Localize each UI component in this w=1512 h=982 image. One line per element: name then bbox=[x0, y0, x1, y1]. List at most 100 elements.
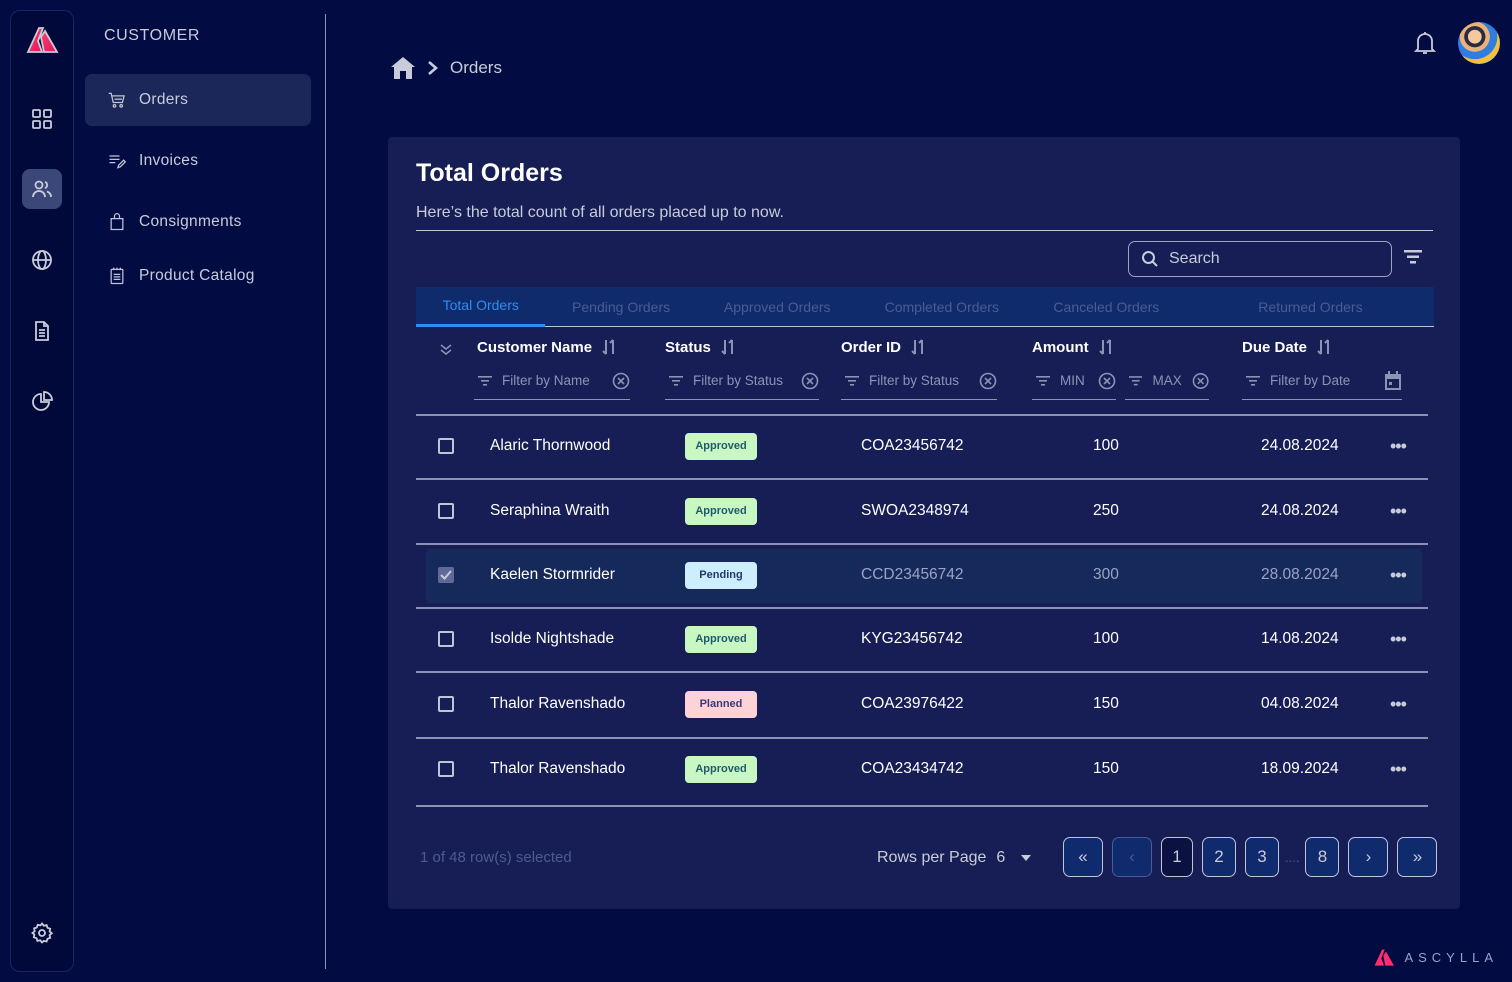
amount: 100 bbox=[1093, 437, 1119, 454]
row-checkbox[interactable] bbox=[438, 761, 454, 777]
tab-canceled-orders[interactable]: Canceled Orders bbox=[1026, 287, 1187, 327]
first-page-button[interactable]: « bbox=[1063, 837, 1103, 877]
icon-rail bbox=[10, 10, 74, 972]
more-options-icon[interactable]: ••• bbox=[1390, 629, 1407, 650]
filter-name[interactable]: Filter by Name bbox=[474, 362, 630, 400]
rail-documents[interactable] bbox=[22, 311, 62, 351]
filter-placeholder: MIN bbox=[1060, 373, 1085, 388]
tab-total-orders[interactable]: Total Orders bbox=[416, 287, 546, 327]
users-icon bbox=[32, 180, 52, 198]
amount: 150 bbox=[1093, 695, 1119, 712]
column-label: Due Date bbox=[1242, 338, 1308, 356]
table-row[interactable]: Thalor Ravenshado Approved COA23434742 150 1… bbox=[416, 739, 1428, 807]
pagination: « ‹ 1 2 3 .... 8 › » bbox=[1063, 837, 1438, 877]
subnav-item-invoices[interactable]: Invoices bbox=[85, 135, 311, 187]
page-2-button[interactable]: 2 bbox=[1202, 837, 1236, 877]
amount: 150 bbox=[1093, 760, 1119, 777]
tab-returned-orders[interactable]: Returned Orders bbox=[1187, 287, 1434, 327]
user-avatar[interactable] bbox=[1458, 22, 1500, 64]
search-field[interactable] bbox=[1128, 241, 1392, 277]
clear-filter-icon[interactable] bbox=[612, 372, 630, 390]
clear-filter-icon[interactable] bbox=[979, 372, 997, 390]
table-row[interactable]: Thalor Ravenshado Planned COA23976422 150 04… bbox=[416, 674, 1428, 739]
clear-filter-icon[interactable] bbox=[801, 372, 819, 390]
page-1-button[interactable]: 1 bbox=[1161, 837, 1193, 877]
table-row[interactable]: Isolde Nightshade Approved KYG23456742 100 1… bbox=[416, 609, 1428, 673]
next-page-button[interactable]: › bbox=[1348, 837, 1389, 877]
document-icon bbox=[35, 321, 49, 341]
amount: 250 bbox=[1093, 502, 1119, 519]
subnav-item-label: Orders bbox=[139, 91, 189, 108]
clear-filter-icon[interactable] bbox=[1192, 372, 1209, 390]
sort-icon[interactable] bbox=[602, 338, 618, 356]
filter-order-id[interactable]: Filter by Status bbox=[841, 362, 997, 400]
column-header-due-date[interactable]: Due Date bbox=[1242, 338, 1333, 356]
column-header-status[interactable]: Status bbox=[665, 338, 737, 356]
notepad-icon bbox=[110, 267, 124, 285]
table-row[interactable]: Alaric Thornwood Approved COA23456742 100 24… bbox=[416, 416, 1428, 480]
rows-per-page-select[interactable]: Rows per Page 6 bbox=[877, 849, 1032, 867]
more-options-icon[interactable]: ••• bbox=[1390, 694, 1407, 715]
search-icon bbox=[1142, 251, 1158, 267]
subnav-item-orders[interactable]: Orders bbox=[85, 74, 311, 126]
row-checkbox[interactable] bbox=[438, 438, 454, 454]
table-row[interactable]: Kaelen Stormrider Pending CCD23456742 300 28… bbox=[416, 545, 1428, 609]
filter-lines-icon bbox=[669, 375, 683, 386]
rail-globe[interactable] bbox=[22, 240, 62, 280]
calendar-icon[interactable] bbox=[1384, 370, 1402, 391]
sort-icon[interactable] bbox=[721, 338, 737, 356]
divider bbox=[416, 230, 1433, 231]
search-input[interactable] bbox=[1169, 250, 1369, 268]
sort-icon[interactable] bbox=[911, 338, 927, 356]
rail-customers[interactable] bbox=[22, 169, 62, 209]
bell-icon[interactable] bbox=[1414, 30, 1436, 56]
column-label: Customer Name bbox=[477, 338, 593, 356]
more-options-icon[interactable]: ••• bbox=[1390, 759, 1407, 780]
clear-filter-icon[interactable] bbox=[1098, 372, 1116, 390]
last-page-button[interactable]: » bbox=[1397, 837, 1438, 877]
row-checkbox[interactable] bbox=[438, 503, 454, 519]
row-checkbox[interactable] bbox=[438, 567, 454, 583]
status-badge: Approved bbox=[685, 432, 757, 460]
filter-status[interactable]: Filter by Status bbox=[665, 362, 819, 400]
filter-lines-icon bbox=[1129, 375, 1143, 385]
sort-icon[interactable] bbox=[1317, 338, 1333, 356]
filter-due-date[interactable]: Filter by Date bbox=[1242, 362, 1402, 400]
row-checkbox[interactable] bbox=[438, 631, 454, 647]
customer-name: Kaelen Stormrider bbox=[490, 566, 615, 583]
rail-reports[interactable] bbox=[22, 382, 62, 422]
status-badge: Approved bbox=[685, 497, 757, 525]
prev-page-button[interactable]: ‹ bbox=[1112, 837, 1152, 877]
subnav-item-product-catalog[interactable]: Product Catalog bbox=[85, 250, 311, 302]
more-options-icon[interactable]: ••• bbox=[1390, 436, 1407, 457]
subnav-item-consignments[interactable]: Consignments bbox=[85, 196, 311, 248]
more-options-icon[interactable]: ••• bbox=[1390, 565, 1407, 586]
tab-approved-orders[interactable]: Approved Orders bbox=[697, 287, 858, 327]
table-row[interactable]: Seraphina Wraith Approved SWOA2348974 250 24… bbox=[416, 481, 1428, 545]
settings-gear-icon bbox=[31, 922, 54, 944]
tab-pending-orders[interactable]: Pending Orders bbox=[545, 287, 696, 327]
filter-amount-min[interactable]: MIN bbox=[1032, 362, 1116, 400]
rail-settings[interactable] bbox=[22, 913, 62, 953]
due-date: 28.08.2024 bbox=[1261, 566, 1339, 583]
home-icon[interactable] bbox=[390, 56, 416, 80]
row-checkbox[interactable] bbox=[438, 696, 454, 712]
tab-completed-orders[interactable]: Completed Orders bbox=[858, 287, 1026, 327]
column-header-order-id[interactable]: Order ID bbox=[841, 338, 927, 356]
order-id: KYG23456742 bbox=[861, 630, 963, 647]
brand-name: ASCYLLA bbox=[1404, 949, 1498, 965]
page-8-button[interactable]: 8 bbox=[1305, 837, 1340, 877]
brand-logo-icon[interactable] bbox=[24, 23, 60, 55]
page-3-button[interactable]: 3 bbox=[1245, 837, 1279, 877]
filter-icon[interactable] bbox=[1404, 249, 1422, 265]
rail-dashboard[interactable] bbox=[22, 99, 62, 139]
filter-amount-max[interactable]: MAX bbox=[1125, 362, 1209, 400]
sort-icon[interactable] bbox=[1098, 338, 1115, 356]
column-header-customer-name[interactable]: Customer Name bbox=[477, 338, 618, 356]
expand-all-icon[interactable] bbox=[440, 344, 452, 356]
column-header-amount[interactable]: Amount bbox=[1032, 338, 1115, 356]
page-title: Total Orders bbox=[416, 159, 563, 187]
caret-down-icon bbox=[1021, 855, 1032, 861]
more-options-icon[interactable]: ••• bbox=[1390, 501, 1407, 522]
customer-name: Seraphina Wraith bbox=[490, 502, 610, 519]
